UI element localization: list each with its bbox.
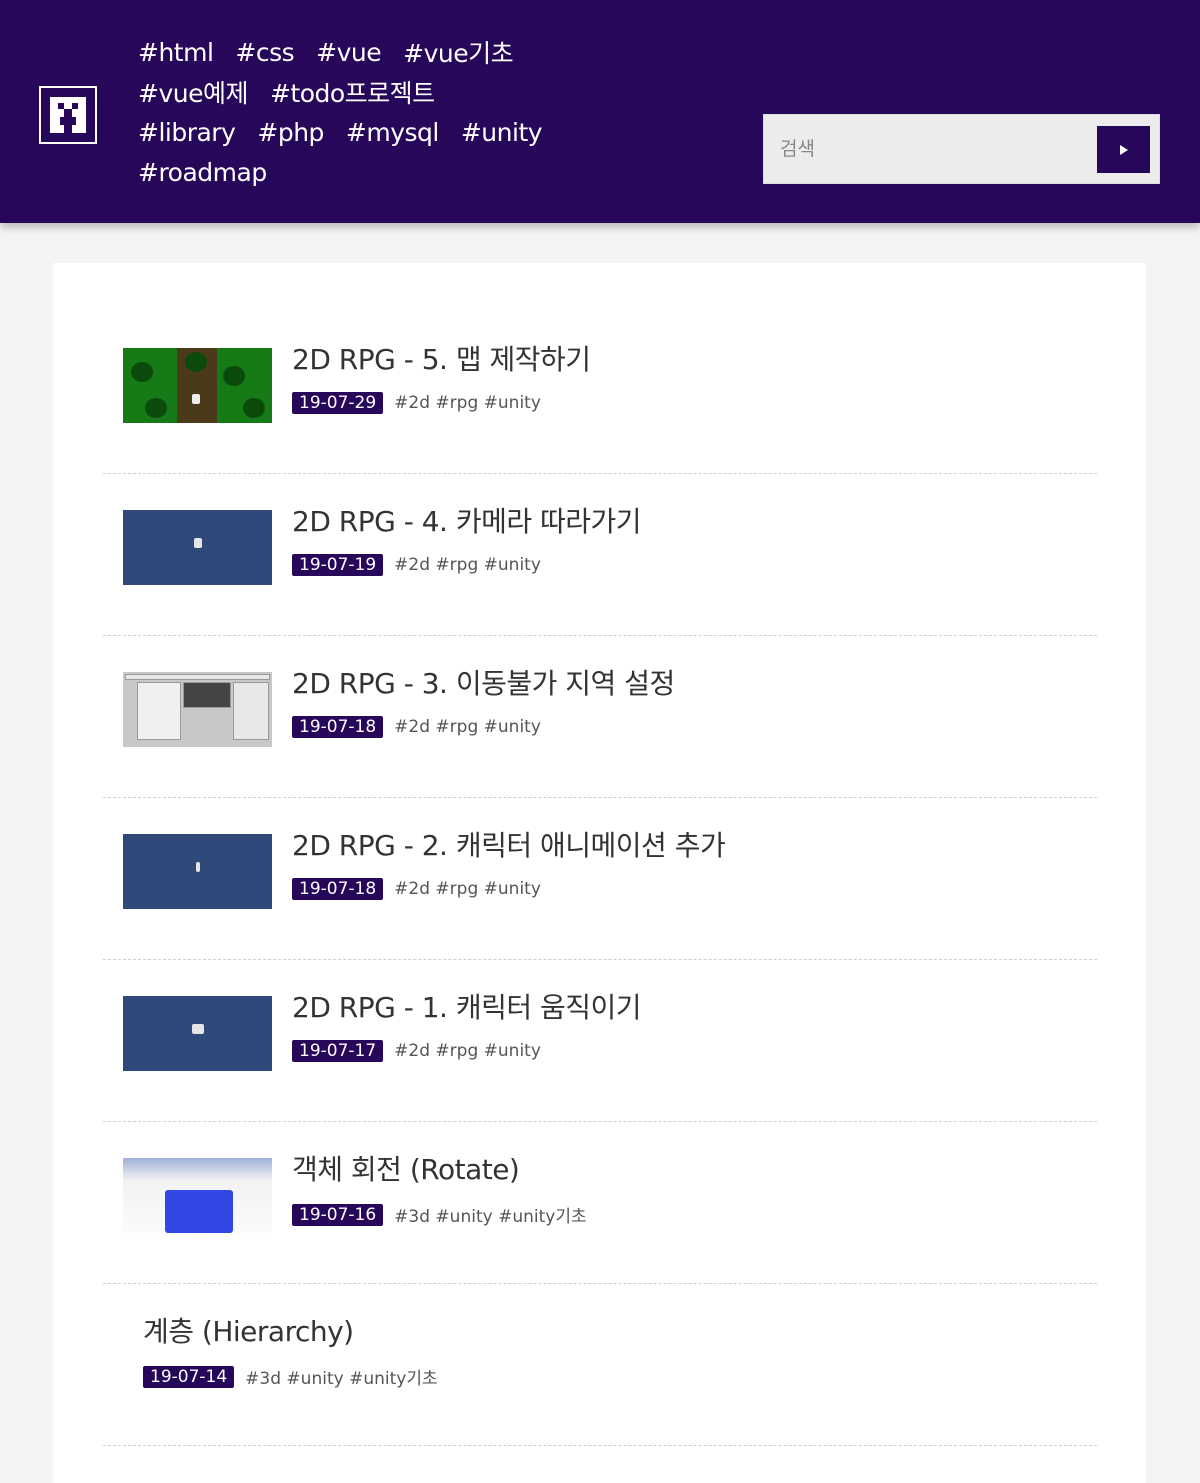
post-title[interactable]: 2D RPG - 2. 캐릭터 애니메이션 추가: [292, 824, 726, 864]
post-title[interactable]: 2D RPG - 3. 이동불가 지역 설정: [292, 662, 675, 702]
post-meta: 19-07-19 #2d #rpg #unity: [292, 554, 541, 576]
post-item[interactable]: 2D RPG - 1. 캐릭터 움직이기 19-07-17 #2d #rpg #…: [103, 960, 1097, 1122]
post-meta: 19-07-29 #2d #rpg #unity: [292, 392, 541, 414]
post-title[interactable]: 2D RPG - 4. 카메라 따라가기: [292, 500, 642, 540]
post-thumbnail[interactable]: [123, 1158, 272, 1233]
post-tags: #2d #rpg #unity: [394, 555, 541, 575]
post-title[interactable]: 객체 회전 (Rotate): [292, 1148, 520, 1188]
site-header: #html #css #vue #vue기초 #vue예제 #todo프로젝트 …: [0, 0, 1200, 223]
tag-link-css[interactable]: #css: [235, 38, 294, 67]
search-box: [763, 114, 1160, 184]
tag-link-vue[interactable]: #vue: [316, 38, 381, 67]
tag-row: #html #css #vue #vue기초: [138, 32, 558, 72]
tag-link-unity[interactable]: #unity: [461, 118, 543, 147]
post-thumbnail[interactable]: [123, 348, 272, 423]
post-date-badge: 19-07-19: [292, 554, 384, 576]
post-tags: #2d #rpg #unity: [394, 393, 541, 413]
post-item[interactable]: 2D RPG - 5. 맵 제작하기 19-07-29 #2d #rpg #un…: [103, 312, 1097, 474]
post-date-badge: 19-07-17: [292, 1040, 384, 1062]
post-list: 2D RPG - 5. 맵 제작하기 19-07-29 #2d #rpg #un…: [53, 263, 1146, 1483]
post-item[interactable]: 2D RPG - 4. 카메라 따라가기 19-07-19 #2d #rpg #…: [103, 474, 1097, 636]
post-tags: #2d #rpg #unity: [394, 879, 541, 899]
tag-link-vue-examples[interactable]: #vue예제: [138, 74, 248, 110]
post-date-badge: 19-07-29: [292, 392, 384, 414]
post-tags: #3d #unity #unity기초: [394, 1207, 587, 1227]
tag-link-library[interactable]: #library: [138, 118, 236, 147]
tag-link-html[interactable]: #html: [138, 38, 214, 67]
post-item[interactable]: 2D RPG - 3. 이동불가 지역 설정 19-07-18 #2d #rpg…: [103, 636, 1097, 798]
post-thumbnail[interactable]: [123, 510, 272, 585]
tag-link-roadmap[interactable]: #roadmap: [138, 158, 267, 187]
site-logo[interactable]: [39, 86, 97, 144]
post-thumbnail[interactable]: [123, 672, 272, 747]
post-thumbnail[interactable]: [123, 834, 272, 909]
post-item[interactable]: 객체 회전 (Rotate) 19-07-16 #3d #unity #unit…: [103, 1122, 1097, 1284]
tag-row: #roadmap: [138, 152, 558, 192]
post-date-badge: 19-07-14: [143, 1365, 235, 1388]
search-button[interactable]: [1097, 126, 1150, 173]
post-title[interactable]: 2D RPG - 1. 캐릭터 움직이기: [292, 986, 642, 1026]
post-meta: 19-07-16 #3d #unity #unity기초: [292, 1202, 587, 1227]
post-meta: 19-07-17 #2d #rpg #unity: [292, 1040, 541, 1062]
tag-link-todo-project[interactable]: #todo프로젝트: [270, 74, 435, 110]
post-tags: #2d #rpg #unity: [394, 1041, 541, 1061]
post-title[interactable]: 계층 (Hierarchy): [143, 1310, 354, 1350]
post-item[interactable]: 계층 (Hierarchy) 19-07-14 #3d #unity #unit…: [103, 1284, 1097, 1446]
post-item[interactable]: 2D RPG - 2. 캐릭터 애니메이션 추가 19-07-18 #2d #r…: [103, 798, 1097, 960]
tag-row: #vue예제 #todo프로젝트: [138, 72, 558, 112]
post-tags: #2d #rpg #unity: [394, 717, 541, 737]
tag-link-vue-basics[interactable]: #vue기초: [403, 34, 513, 70]
post-date-badge: 19-07-16: [292, 1203, 384, 1226]
tag-nav: #html #css #vue #vue기초 #vue예제 #todo프로젝트 …: [138, 32, 558, 192]
tag-link-php[interactable]: #php: [257, 118, 324, 147]
play-arrow-icon: [1119, 144, 1128, 155]
post-title[interactable]: 2D RPG - 5. 맵 제작하기: [292, 338, 591, 378]
tag-row: #library #php #mysql #unity: [138, 112, 558, 152]
post-date-badge: 19-07-18: [292, 878, 384, 900]
tag-link-mysql[interactable]: #mysql: [346, 118, 439, 147]
post-meta: 19-07-18 #2d #rpg #unity: [292, 716, 541, 738]
post-tags: #3d #unity #unity기초: [245, 1369, 438, 1389]
search-input[interactable]: [764, 115, 1094, 183]
post-date-badge: 19-07-18: [292, 716, 384, 738]
post-meta: 19-07-18 #2d #rpg #unity: [292, 878, 541, 900]
logo-icon: [50, 97, 86, 133]
post-meta: 19-07-14 #3d #unity #unity기초: [143, 1364, 438, 1389]
post-thumbnail[interactable]: [123, 996, 272, 1071]
